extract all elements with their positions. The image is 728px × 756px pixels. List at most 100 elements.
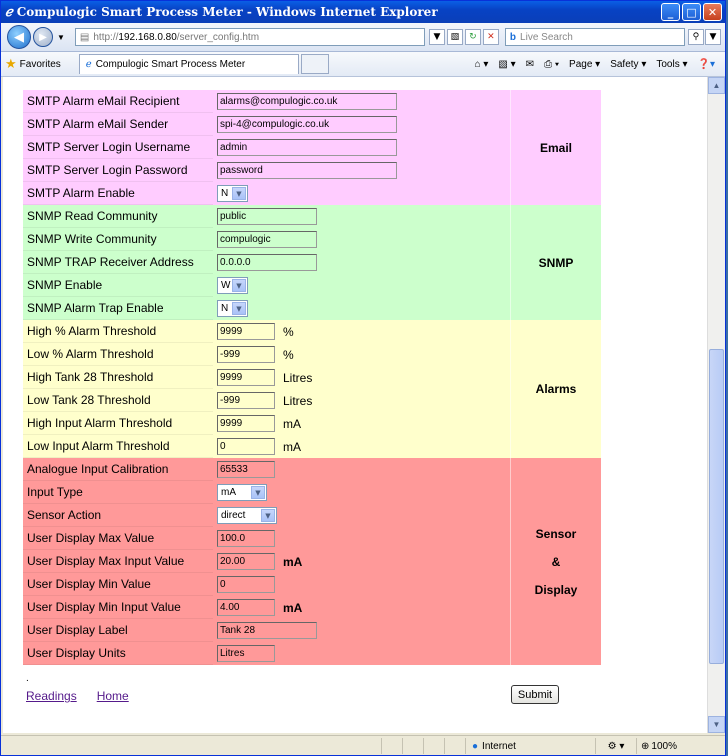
smtp-username-input[interactable]: admin [217, 139, 397, 156]
window-title: Compulogic Smart Process Meter - Windows… [16, 5, 438, 19]
favorites-button[interactable]: Favorites [20, 59, 61, 70]
snmp-trap-address-input[interactable]: 0.0.0.0 [217, 254, 317, 271]
search-icon[interactable]: ⚲ [687, 29, 704, 45]
display-min-input-label: User Display Min Input Value [23, 596, 213, 619]
title-bar: ℯ Compulogic Smart Process Meter - Windo… [1, 1, 725, 23]
high-input-alarm-input[interactable]: 9999 [217, 415, 275, 432]
high-tank-threshold-input[interactable]: 9999 [217, 369, 275, 386]
low-input-alarm-label: Low Input Alarm Threshold [23, 435, 213, 458]
home-icon[interactable]: ⌂ ▾ [475, 59, 489, 70]
page-menu[interactable]: Page ▾ [569, 59, 600, 70]
alarms-section: High % Alarm Threshold 9999% Low % Alarm … [23, 320, 601, 458]
globe-icon: ● [472, 740, 479, 752]
vertical-scrollbar[interactable]: ▲ ▼ [707, 77, 725, 733]
display-min-value-input[interactable]: 0 [217, 576, 275, 593]
analogue-calibration-label: Analogue Input Calibration [23, 458, 213, 481]
smtp-password-label: SMTP Server Login Password [23, 159, 213, 182]
display-max-value-label: User Display Max Value [23, 527, 213, 550]
submit-button[interactable]: Submit [511, 685, 559, 704]
low-pct-alarm-input[interactable]: -999 [217, 346, 275, 363]
mail-icon[interactable]: ✉ [526, 59, 534, 70]
snmp-write-input[interactable]: compulogic [217, 231, 317, 248]
sensor-action-label: Sensor Action [23, 504, 213, 527]
search-options-icon[interactable]: ▼ [704, 29, 721, 45]
low-tank-threshold-input[interactable]: -999 [217, 392, 275, 409]
high-pct-alarm-label: High % Alarm Threshold [23, 320, 213, 343]
address-tools: ▼ ▧ ↻ ✕ [428, 29, 499, 45]
footer-links: Readings Home [26, 689, 129, 703]
address-dropdown-icon[interactable]: ▼ [428, 29, 445, 45]
chevron-down-icon: ▼ [232, 279, 246, 292]
snmp-group-label: SNMP [510, 205, 601, 320]
low-pct-alarm-label: Low % Alarm Threshold [23, 343, 213, 366]
email-recipient-label: SMTP Alarm eMail Recipient [23, 90, 213, 113]
smtp-alarm-enable-select[interactable]: N ▼ [217, 185, 248, 202]
help-icon[interactable]: ❓▾ [698, 59, 715, 70]
high-tank-threshold-label: High Tank 28 Threshold [23, 366, 213, 389]
search-input[interactable]: b Live Search [504, 28, 685, 46]
chevron-down-icon: ▼ [251, 486, 265, 499]
low-tank-threshold-label: Low Tank 28 Threshold [23, 389, 213, 412]
snmp-enable-label: SNMP Enable [23, 274, 213, 297]
readings-link[interactable]: Readings [26, 689, 77, 703]
display-min-input-input[interactable]: 4.00 [217, 599, 275, 616]
maximize-button[interactable]: □ [682, 3, 701, 21]
scroll-down-icon[interactable]: ▼ [708, 716, 725, 733]
tools-menu[interactable]: Tools ▾ [656, 59, 687, 70]
snmp-read-input[interactable]: public [217, 208, 317, 225]
scroll-up-icon[interactable]: ▲ [708, 77, 725, 94]
display-max-input-input[interactable]: 20.00 [217, 553, 275, 570]
favorites-star-icon[interactable]: ★ [5, 56, 17, 72]
feeds-icon[interactable]: ▧ ▾ [498, 59, 515, 70]
snmp-section: SNMP Read Community public SNMP Write Com… [23, 205, 601, 320]
chevron-down-icon: ▼ [232, 187, 246, 200]
email-recipient-input[interactable]: alarms@compulogic.co.uk [217, 93, 397, 110]
window-controls: _ □ ✕ [661, 3, 722, 21]
page-icon: ▤ [79, 31, 90, 43]
snmp-trap-enable-label: SNMP Alarm Trap Enable [23, 297, 213, 320]
display-label-input[interactable]: Tank 28 [217, 622, 317, 639]
new-tab-button[interactable] [300, 54, 329, 74]
snmp-write-label: SNMP Write Community [23, 228, 213, 251]
history-dropdown-icon[interactable]: ▼ [57, 33, 65, 42]
zoom-icon: ⊕ [641, 740, 650, 752]
smtp-username-label: SMTP Server Login Username [23, 136, 213, 159]
snmp-trap-enable-select[interactable]: N ▼ [217, 300, 248, 317]
low-input-alarm-input[interactable]: 0 [217, 438, 275, 455]
back-button[interactable]: ◀ [7, 25, 31, 49]
display-units-input[interactable]: Litres [217, 645, 275, 662]
analogue-calibration-input[interactable]: 65533 [217, 461, 275, 478]
print-icon[interactable]: ⎙ ▾ [544, 59, 559, 70]
home-link[interactable]: Home [97, 689, 129, 703]
display-label-label: User Display Label [23, 619, 213, 642]
email-sender-label: SMTP Alarm eMail Sender [23, 113, 213, 136]
minimize-button[interactable]: _ [661, 3, 680, 21]
compatibility-icon[interactable]: ▧ [446, 29, 463, 45]
chevron-down-icon: ▼ [232, 302, 246, 315]
high-input-alarm-label: High Input Alarm Threshold [23, 412, 213, 435]
input-type-select[interactable]: mA ▼ [217, 484, 267, 501]
smtp-password-input[interactable]: password [217, 162, 397, 179]
address-input[interactable]: ▤ http://192.168.0.80/server_config.htm [74, 28, 425, 46]
sensor-action-select[interactable]: direct ▼ [217, 507, 277, 524]
refresh-icon[interactable]: ↻ [464, 29, 481, 45]
protected-mode-icon[interactable]: ⚙ ▾ [595, 738, 636, 754]
high-pct-alarm-input[interactable]: 9999 [217, 323, 275, 340]
zone-label: Internet [482, 740, 516, 752]
forward-button[interactable]: ▶ [33, 27, 53, 47]
snmp-read-label: SNMP Read Community [23, 205, 213, 228]
email-section: SMTP Alarm eMail Recipient alarms@compulo… [23, 90, 601, 205]
browser-window: ℯ Compulogic Smart Process Meter - Windo… [0, 0, 726, 756]
email-sender-input[interactable]: spi-4@compulogic.co.uk [217, 116, 397, 133]
snmp-enable-select[interactable]: W ▼ [217, 277, 248, 294]
tab-compulogic[interactable]: ℯ Compulogic Smart Process Meter [78, 54, 299, 74]
favorites-bar: ★ Favorites ℯ Compulogic Smart Process M… [1, 52, 725, 77]
stop-icon[interactable]: ✕ [482, 29, 499, 45]
display-max-value-input[interactable]: 100.0 [217, 530, 275, 547]
zoom-control[interactable]: ⊕ 100% [636, 738, 696, 754]
safety-menu[interactable]: Safety ▾ [610, 59, 646, 70]
scroll-thumb[interactable] [709, 349, 724, 664]
input-type-label: Input Type [23, 481, 213, 504]
close-button[interactable]: ✕ [703, 3, 722, 21]
page-content: SMTP Alarm eMail Recipient alarms@compulo… [3, 77, 707, 733]
